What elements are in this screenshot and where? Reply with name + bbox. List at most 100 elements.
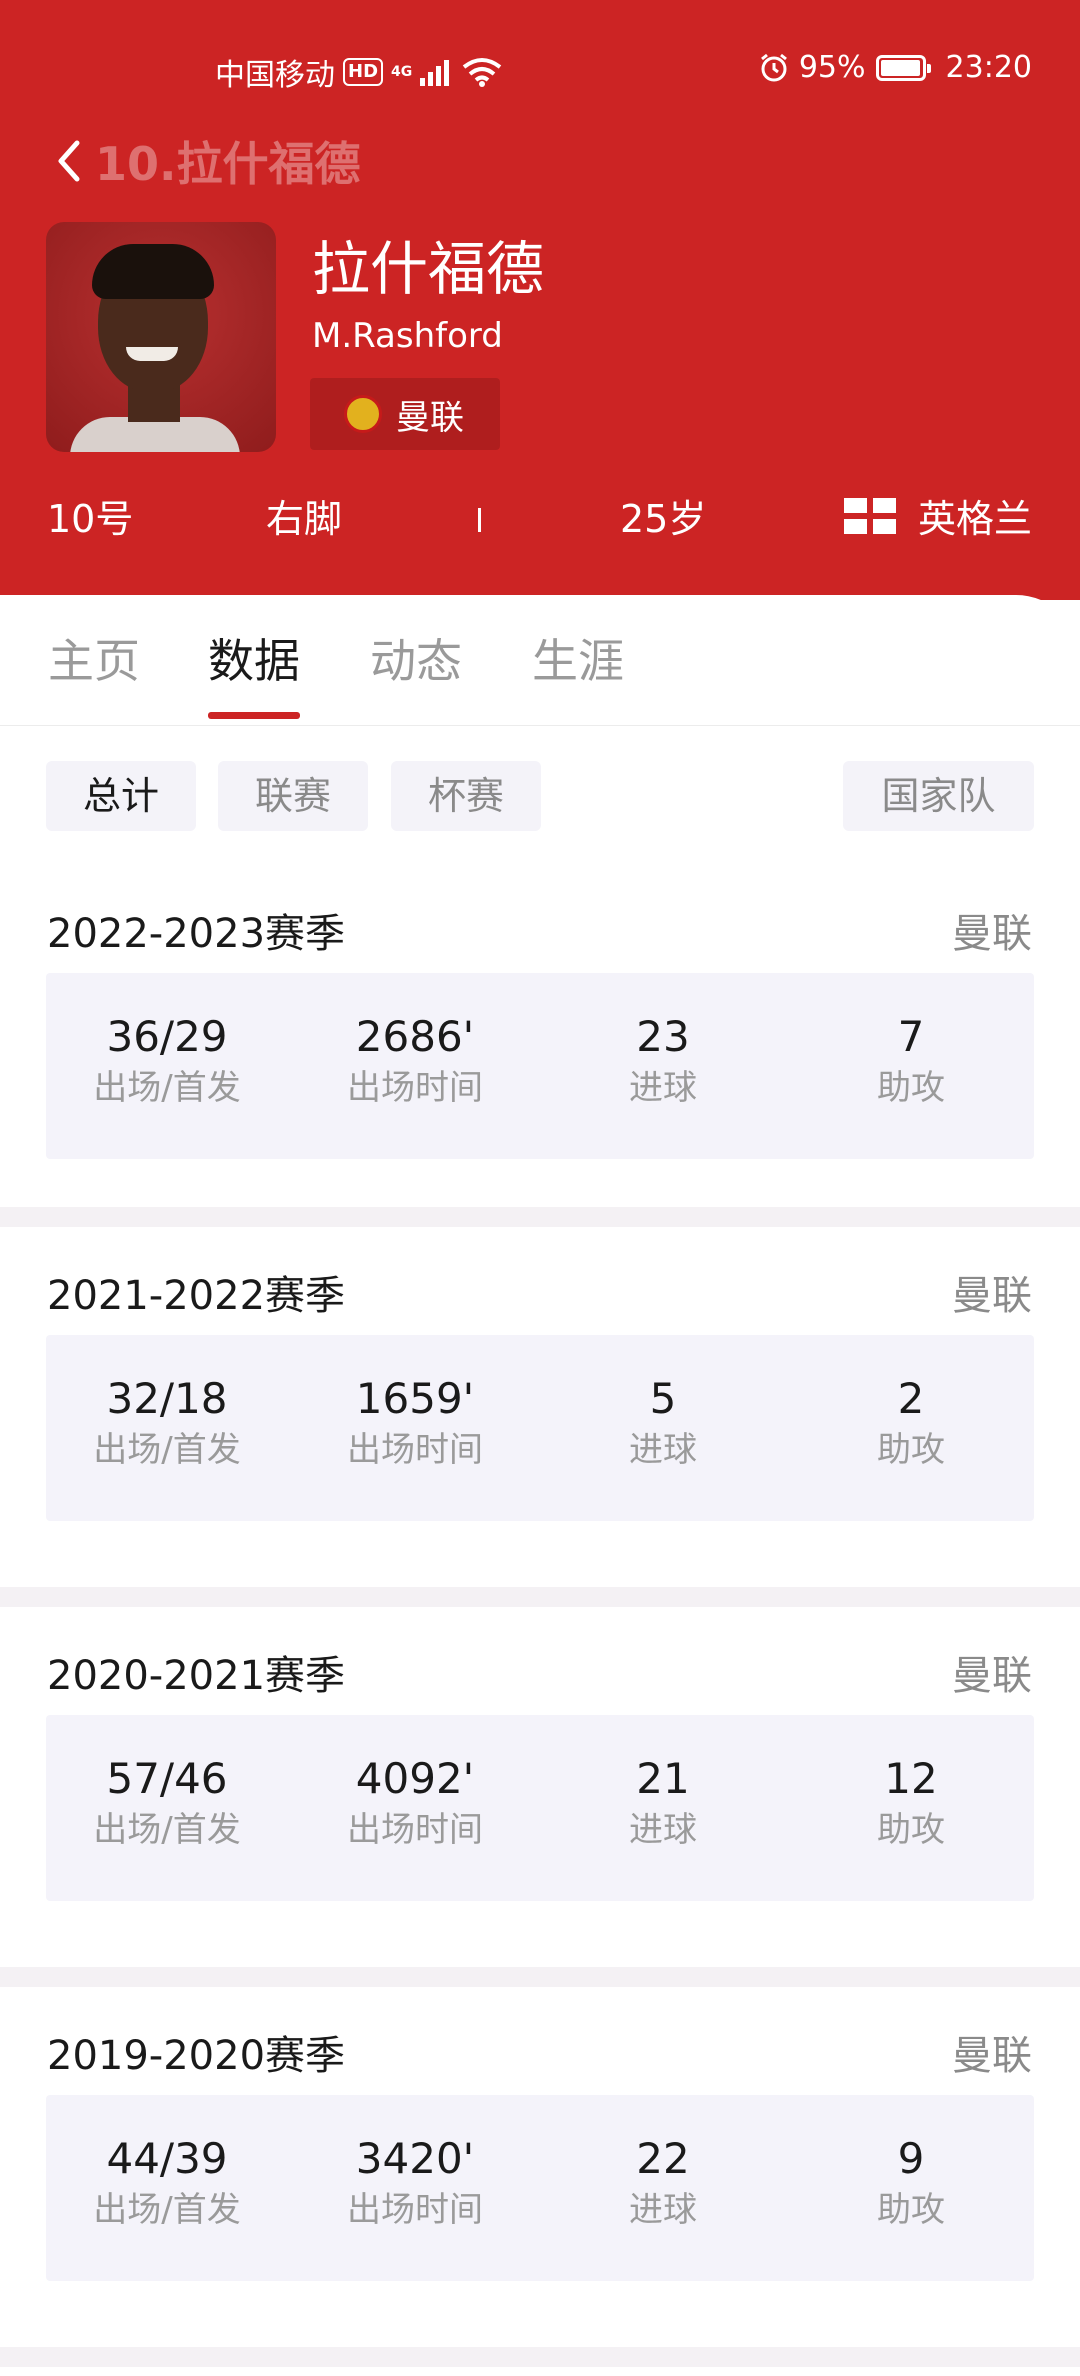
wifi-icon xyxy=(463,58,502,87)
section-separator xyxy=(0,1967,1080,1987)
stat-label: 出场/首发 xyxy=(93,1430,241,1470)
stat-appearances: 36/29 出场/首发 xyxy=(52,1011,282,1113)
stat-label: 进球 xyxy=(629,1068,697,1108)
network-type-label: 4G xyxy=(391,64,413,80)
tab-home[interactable]: 主页 xyxy=(48,625,140,691)
stat-appearances: 57/46 出场/首发 xyxy=(52,1753,282,1855)
season-team: 曼联 xyxy=(952,1653,1032,1699)
player-info-row: 10号 右脚 25岁 英格兰 xyxy=(0,488,1080,548)
filter-national-team[interactable]: 国家队 xyxy=(843,761,1034,831)
stat-assists: 9 助攻 xyxy=(796,2133,1026,2235)
stat-value: 22 xyxy=(636,2134,690,2183)
season-stats: 57/46 出场/首发 4092' 出场时间 21 进球 12 助攻 xyxy=(46,1715,1034,1901)
clock-time: 23:20 xyxy=(945,50,1032,85)
tab-news[interactable]: 动态 xyxy=(370,625,462,691)
stat-minutes: 4092' 出场时间 xyxy=(300,1753,530,1855)
filter-league[interactable]: 联赛 xyxy=(218,761,368,831)
season-team: 曼联 xyxy=(952,1273,1032,1319)
tab-data[interactable]: 数据 xyxy=(208,625,300,691)
nationality-label: 英格兰 xyxy=(917,497,1032,541)
stat-label: 进球 xyxy=(629,1810,697,1850)
season-team: 曼联 xyxy=(952,911,1032,957)
stat-label: 出场/首发 xyxy=(93,1810,241,1850)
battery-icon xyxy=(875,54,931,81)
stat-goals: 22 进球 xyxy=(548,2133,778,2235)
stat-label: 出场/首发 xyxy=(93,2190,241,2230)
stat-value: 21 xyxy=(636,1754,690,1803)
alarm-icon xyxy=(760,53,787,81)
season-card: 2021-2022赛季 曼联 32/18 出场/首发 1659' 出场时间 5 … xyxy=(0,1227,1080,1587)
stat-value: 9 xyxy=(897,2134,925,2183)
shirt-number: 10号 xyxy=(47,497,134,541)
season-card: 2020-2021赛季 曼联 57/46 出场/首发 4092' 出场时间 21… xyxy=(0,1607,1080,1967)
stat-value: 3420' xyxy=(355,2134,475,2183)
season-title: 2020-2021赛季 xyxy=(47,1653,346,1699)
stat-label: 助攻 xyxy=(877,1810,945,1850)
stat-label: 出场时间 xyxy=(347,1430,483,1470)
content-panel: 主页 数据 动态 生涯 总计 联赛 杯赛 国家队 2022-2023赛季 曼联 … xyxy=(0,595,1080,2376)
stat-appearances: 32/18 出场/首发 xyxy=(52,1373,282,1475)
season-title: 2022-2023赛季 xyxy=(47,911,346,957)
season-stats: 44/39 出场/首发 3420' 出场时间 22 进球 9 助攻 xyxy=(46,2095,1034,2281)
stat-assists: 7 助攻 xyxy=(796,1011,1026,1113)
stat-value: 57/46 xyxy=(106,1754,228,1803)
stat-label: 助攻 xyxy=(877,1430,945,1470)
status-left: 中国移动 HD 4G xyxy=(215,50,502,94)
stat-value: 4092' xyxy=(355,1754,475,1803)
stat-label: 进球 xyxy=(629,2190,697,2230)
tab-career[interactable]: 生涯 xyxy=(532,625,624,691)
section-separator xyxy=(0,2347,1080,2367)
stat-label: 出场时间 xyxy=(347,1810,483,1850)
stat-value: 7 xyxy=(897,1012,925,1061)
stat-value: 32/18 xyxy=(106,1374,228,1423)
season-title: 2021-2022赛季 xyxy=(47,1273,346,1319)
season-card: 2019-2020赛季 曼联 44/39 出场/首发 3420' 出场时间 22… xyxy=(0,1987,1080,2347)
season-stats: 32/18 出场/首发 1659' 出场时间 5 进球 2 助攻 xyxy=(46,1335,1034,1521)
england-flag-icon xyxy=(843,497,896,534)
back-navigation[interactable]: 10.拉什福德 xyxy=(55,128,361,194)
filter-total[interactable]: 总计 xyxy=(46,761,196,831)
stat-goals: 23 进球 xyxy=(548,1011,778,1113)
stat-value: 5 xyxy=(649,1374,677,1423)
season-title: 2019-2020赛季 xyxy=(47,2033,346,2079)
active-tab-indicator xyxy=(208,712,300,719)
hd-icon: HD xyxy=(343,58,384,86)
player-name-cn: 拉什福德 xyxy=(312,235,545,303)
season-card: 2022-2023赛季 曼联 36/29 出场/首发 2686' 出场时间 23… xyxy=(0,865,1080,1225)
stat-value: 12 xyxy=(884,1754,938,1803)
stat-goals: 21 进球 xyxy=(548,1753,778,1855)
stat-appearances: 44/39 出场/首发 xyxy=(52,2133,282,2235)
team-crest-icon xyxy=(344,395,382,433)
carrier-label: 中国移动 xyxy=(215,58,335,93)
stat-value: 2686' xyxy=(355,1012,475,1061)
section-separator xyxy=(0,1587,1080,1607)
season-stats: 36/29 出场/首发 2686' 出场时间 23 进球 7 助攻 xyxy=(46,973,1034,1159)
tab-bar: 主页 数据 动态 生涯 xyxy=(0,595,1080,726)
nationality: 英格兰 xyxy=(843,488,1032,543)
stat-value: 2 xyxy=(897,1374,925,1423)
stat-label: 助攻 xyxy=(877,1068,945,1108)
stat-value: 44/39 xyxy=(106,2134,228,2183)
back-arrow-icon[interactable] xyxy=(55,139,81,183)
player-age: 25岁 xyxy=(620,497,707,541)
stat-minutes: 2686' 出场时间 xyxy=(300,1011,530,1113)
stat-label: 进球 xyxy=(629,1430,697,1470)
section-separator xyxy=(0,1207,1080,1227)
stat-goals: 5 进球 xyxy=(548,1373,778,1475)
stat-label: 出场时间 xyxy=(347,1068,483,1108)
status-right: 95% 23:20 xyxy=(759,50,1032,85)
stat-label: 出场/首发 xyxy=(93,1068,241,1108)
stat-label: 出场时间 xyxy=(347,2190,483,2230)
stat-label: 助攻 xyxy=(877,2190,945,2230)
player-header: 中国移动 HD 4G 95% 23:20 10.拉什福德 拉什福德 M.Rash… xyxy=(0,0,1080,600)
filter-bar: 总计 联赛 杯赛 国家队 xyxy=(0,725,1080,866)
player-name-en: M.Rashford xyxy=(312,316,503,356)
nav-title: 10.拉什福德 xyxy=(95,137,361,191)
stat-minutes: 3420' 出场时间 xyxy=(300,2133,530,2235)
stat-minutes: 1659' 出场时间 xyxy=(300,1373,530,1475)
filter-cup[interactable]: 杯赛 xyxy=(391,761,541,831)
player-photo xyxy=(46,222,276,452)
stat-value: 1659' xyxy=(355,1374,475,1423)
team-badge[interactable]: 曼联 xyxy=(310,378,500,450)
stat-value: 23 xyxy=(636,1012,690,1061)
